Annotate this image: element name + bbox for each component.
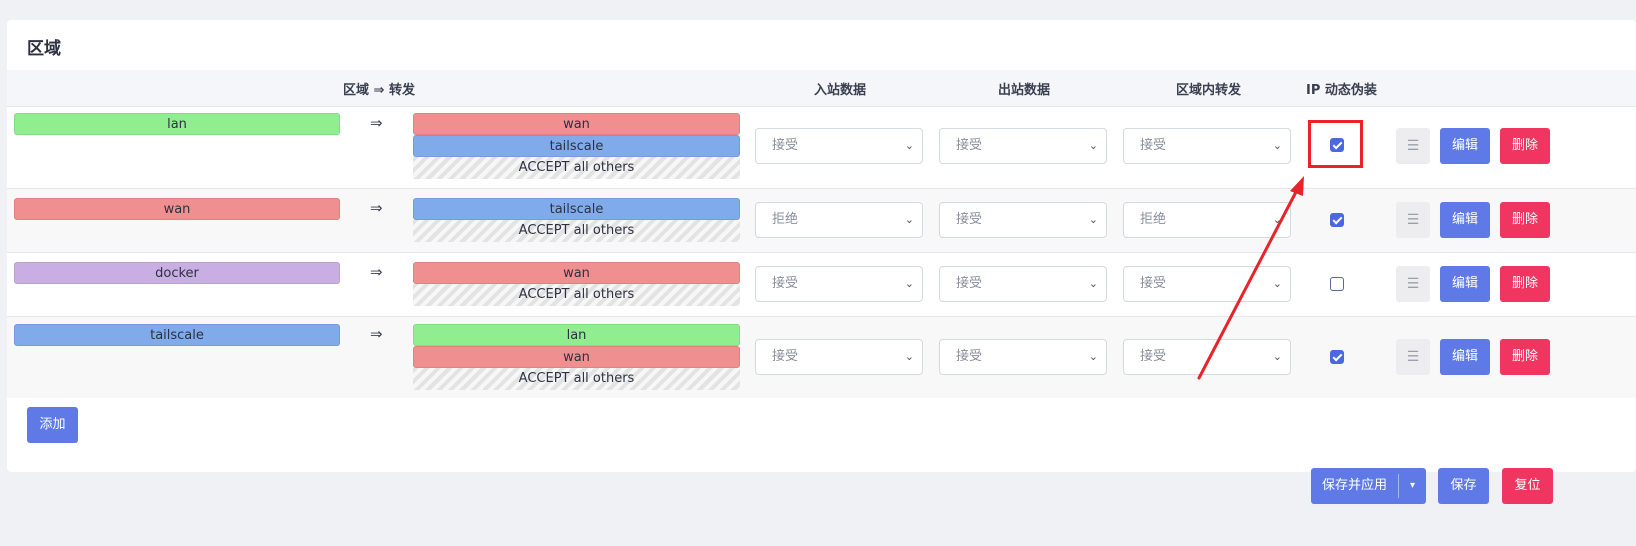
select-value: 接受 [772, 349, 799, 364]
edit-button[interactable]: 编辑 [1440, 202, 1490, 238]
forward-zone-wan: wan [413, 262, 740, 284]
intra-forward-select[interactable]: 接受 ⌄ [1123, 339, 1291, 375]
save-apply-button[interactable]: 保存并应用 [1311, 468, 1398, 504]
drag-handle-icon[interactable]: ☰ [1396, 128, 1430, 164]
forward-zone-lan: lan [413, 324, 740, 346]
intra-forward-select[interactable]: 接受 ⌄ [1123, 128, 1291, 164]
add-zone-button[interactable]: 添加 [27, 407, 78, 443]
forward-accept-others: ACCEPT all others [413, 157, 740, 179]
zones-card: 区域 区域 ⇒ 转发 入站数据 出站数据 区域内转发 IP 动态伪装 lan ⇒… [7, 20, 1636, 472]
header-zone-forward: 区域 ⇒ 转发 [343, 83, 415, 98]
chevron-down-icon: ⌄ [904, 139, 914, 152]
forward-zone-wan: wan [413, 113, 740, 135]
chevron-down-icon: ⌄ [1272, 277, 1282, 290]
masquerade-checkbox[interactable] [1330, 277, 1344, 291]
delete-button[interactable]: 删除 [1500, 128, 1550, 164]
select-value: 接受 [1140, 138, 1167, 153]
save-button[interactable]: 保存 [1438, 468, 1489, 504]
table-header: 区域 ⇒ 转发 入站数据 出站数据 区域内转发 IP 动态伪装 [7, 70, 1636, 107]
select-value: 接受 [956, 212, 983, 227]
intra-forward-select[interactable]: 接受 ⌄ [1123, 266, 1291, 302]
table-row: tailscale ⇒ lan wan ACCEPT all others 接受… [7, 317, 1636, 398]
forward-arrow: ⇒ [370, 325, 383, 343]
forward-arrow: ⇒ [370, 263, 383, 281]
input-policy-select[interactable]: 接受 ⌄ [755, 128, 923, 164]
delete-button[interactable]: 删除 [1500, 202, 1550, 238]
chevron-down-icon: ⌄ [1272, 139, 1282, 152]
intra-forward-select[interactable]: 拒绝 ⌄ [1123, 202, 1291, 238]
forward-zone-wan: wan [413, 346, 740, 368]
chevron-down-icon: ⌄ [1272, 213, 1282, 226]
edit-button[interactable]: 编辑 [1440, 266, 1490, 302]
table-row: wan ⇒ tailscale ACCEPT all others 拒绝 ⌄ 接受… [7, 189, 1636, 253]
forward-arrow: ⇒ [370, 199, 383, 217]
select-value: 接受 [1140, 276, 1167, 291]
zone-badge-wan: wan [14, 198, 340, 220]
delete-button[interactable]: 删除 [1500, 339, 1550, 375]
chevron-down-icon: ⌄ [904, 277, 914, 290]
chevron-down-icon: ⌄ [1088, 350, 1098, 363]
reset-button[interactable]: 复位 [1502, 468, 1553, 504]
forward-zone-tailscale: tailscale [413, 198, 740, 220]
select-value: 接受 [956, 138, 983, 153]
caret-down-icon[interactable]: ▾ [1399, 468, 1426, 504]
masquerade-checkbox[interactable] [1330, 350, 1344, 364]
chevron-down-icon: ⌄ [1088, 277, 1098, 290]
chevron-down-icon: ⌄ [1088, 213, 1098, 226]
input-policy-select[interactable]: 接受 ⌄ [755, 339, 923, 375]
input-policy-select[interactable]: 接受 ⌄ [755, 266, 923, 302]
output-policy-select[interactable]: 接受 ⌄ [939, 266, 1107, 302]
section-title: 区域 [27, 39, 61, 59]
output-policy-select[interactable]: 接受 ⌄ [939, 128, 1107, 164]
chevron-down-icon: ⌄ [904, 213, 914, 226]
table-row: lan ⇒ wan tailscale ACCEPT all others 接受… [7, 107, 1636, 189]
header-output: 出站数据 [998, 83, 1051, 98]
zone-badge-docker: docker [14, 262, 340, 284]
chevron-down-icon: ⌄ [1088, 139, 1098, 152]
select-value: 接受 [956, 276, 983, 291]
chevron-down-icon: ⌄ [904, 350, 914, 363]
chevron-down-icon: ⌄ [1272, 350, 1282, 363]
save-apply-split-button[interactable]: 保存并应用 ▾ [1311, 468, 1426, 504]
masquerade-checkbox[interactable] [1330, 213, 1344, 227]
select-value: 拒绝 [772, 212, 799, 227]
select-value: 接受 [1140, 349, 1167, 364]
zone-badge-lan: lan [14, 113, 340, 135]
table-row: docker ⇒ wan ACCEPT all others 接受 ⌄ 接受 ⌄ 接… [7, 253, 1636, 317]
forward-accept-others: ACCEPT all others [413, 220, 740, 242]
zone-badge-tailscale: tailscale [14, 324, 340, 346]
drag-handle-icon[interactable]: ☰ [1396, 202, 1430, 238]
edit-button[interactable]: 编辑 [1440, 128, 1490, 164]
drag-handle-icon[interactable]: ☰ [1396, 266, 1430, 302]
select-value: 拒绝 [1140, 212, 1167, 227]
drag-handle-icon[interactable]: ☰ [1396, 339, 1430, 375]
forward-arrow: ⇒ [370, 114, 383, 132]
output-policy-select[interactable]: 接受 ⌄ [939, 339, 1107, 375]
edit-button[interactable]: 编辑 [1440, 339, 1490, 375]
output-policy-select[interactable]: 接受 ⌄ [939, 202, 1107, 238]
forward-zone-tailscale: tailscale [413, 135, 740, 157]
forward-accept-others: ACCEPT all others [413, 368, 740, 390]
annotation-highlight-box [1308, 120, 1363, 168]
input-policy-select[interactable]: 拒绝 ⌄ [755, 202, 923, 238]
header-input: 入站数据 [814, 83, 867, 98]
select-value: 接受 [956, 349, 983, 364]
header-masquerade: IP 动态伪装 [1306, 83, 1377, 98]
select-value: 接受 [772, 276, 799, 291]
forward-accept-others: ACCEPT all others [413, 284, 740, 306]
header-intra-forward: 区域内转发 [1176, 83, 1242, 98]
select-value: 接受 [772, 138, 799, 153]
delete-button[interactable]: 删除 [1500, 266, 1550, 302]
